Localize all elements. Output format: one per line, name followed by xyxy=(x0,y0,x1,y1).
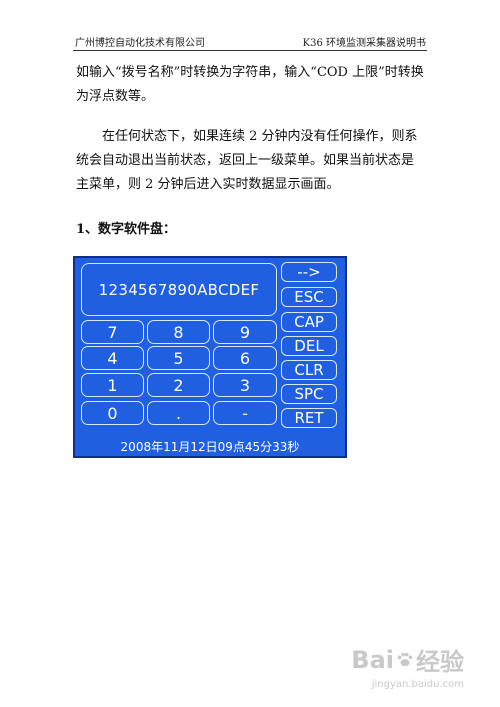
header-divider xyxy=(73,50,427,51)
baidu-logo: Bai 经验 xyxy=(351,642,464,677)
arrow-right-button[interactable]: --> xyxy=(281,262,337,282)
key-5[interactable]: 5 xyxy=(147,346,210,370)
baidu-watermark: Bai 经验 jingyan.baidu.com xyxy=(351,642,464,691)
paw-icon xyxy=(397,652,413,666)
esc-button[interactable]: ESC xyxy=(281,287,337,307)
section-heading: 1、数字软件盘： xyxy=(76,222,177,237)
key-dot[interactable]: . xyxy=(147,401,210,425)
cap-button[interactable]: CAP xyxy=(281,312,337,332)
keypad-display[interactable]: 1234567890ABCDEF xyxy=(81,263,277,316)
watermark-brand: Bai xyxy=(351,645,394,674)
numeric-keypad-panel: 1234567890ABCDEF 7 8 9 4 5 6 1 2 3 0 . -… xyxy=(73,256,347,458)
key-6[interactable]: 6 xyxy=(213,346,277,370)
watermark-url: jingyan.baidu.com xyxy=(371,679,464,690)
paragraph-1: 如输入“拨号名称”时转换为字符串，输入“COD 上限”时转换为浮点数等。 xyxy=(76,65,424,104)
key-7[interactable]: 7 xyxy=(81,320,144,344)
clr-button[interactable]: CLR xyxy=(281,360,337,380)
datetime-status: 2008年11月12日09点45分33秒 xyxy=(120,440,300,454)
del-button[interactable]: DEL xyxy=(281,336,337,356)
paragraph-2: 在任何状态下，如果连续 2 分钟内没有任何操作，则系统会自动退出当前状态，返回上… xyxy=(76,129,418,192)
ret-button[interactable]: RET xyxy=(281,408,337,428)
key-minus[interactable]: - xyxy=(213,401,277,425)
key-4[interactable]: 4 xyxy=(81,346,144,370)
spc-button[interactable]: SPC xyxy=(281,384,337,404)
watermark-brand-2: 经验 xyxy=(416,648,464,676)
key-1[interactable]: 1 xyxy=(81,373,144,397)
header-doc-title: K36 环境监测采集器说明书 xyxy=(302,38,426,49)
key-3[interactable]: 3 xyxy=(213,373,277,397)
header-company: 广州博控自动化技术有限公司 xyxy=(75,38,205,49)
key-0[interactable]: 0 xyxy=(81,401,144,425)
key-9[interactable]: 9 xyxy=(213,320,277,344)
key-2[interactable]: 2 xyxy=(147,373,210,397)
key-8[interactable]: 8 xyxy=(147,320,210,344)
